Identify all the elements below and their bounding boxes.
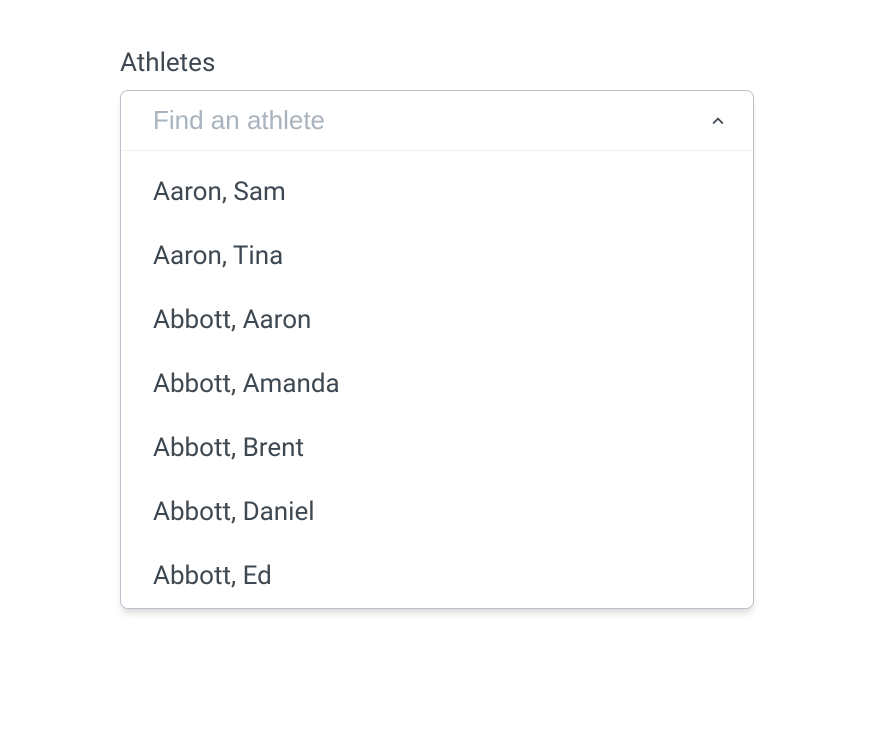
combobox-panel: Aaron, Sam Aaron, Tina Abbott, Aaron Abb… xyxy=(120,90,754,609)
list-item[interactable]: Aaron, Tina xyxy=(121,224,753,288)
options-list: Aaron, Sam Aaron, Tina Abbott, Aaron Abb… xyxy=(121,151,753,608)
athlete-search-input[interactable] xyxy=(153,105,703,136)
list-item[interactable]: Abbott, Ed xyxy=(121,544,753,608)
list-item[interactable]: Aaron, Sam xyxy=(121,151,753,224)
field-label: Athletes xyxy=(120,48,760,78)
collapse-button[interactable] xyxy=(703,106,733,136)
list-item[interactable]: Abbott, Aaron xyxy=(121,288,753,352)
list-item[interactable]: Abbott, Daniel xyxy=(121,480,753,544)
chevron-up-icon xyxy=(707,110,729,132)
combobox-input-row xyxy=(121,91,753,151)
athlete-combobox: Aaron, Sam Aaron, Tina Abbott, Aaron Abb… xyxy=(120,90,754,609)
list-item[interactable]: Abbott, Amanda xyxy=(121,352,753,416)
list-item[interactable]: Abbott, Brent xyxy=(121,416,753,480)
